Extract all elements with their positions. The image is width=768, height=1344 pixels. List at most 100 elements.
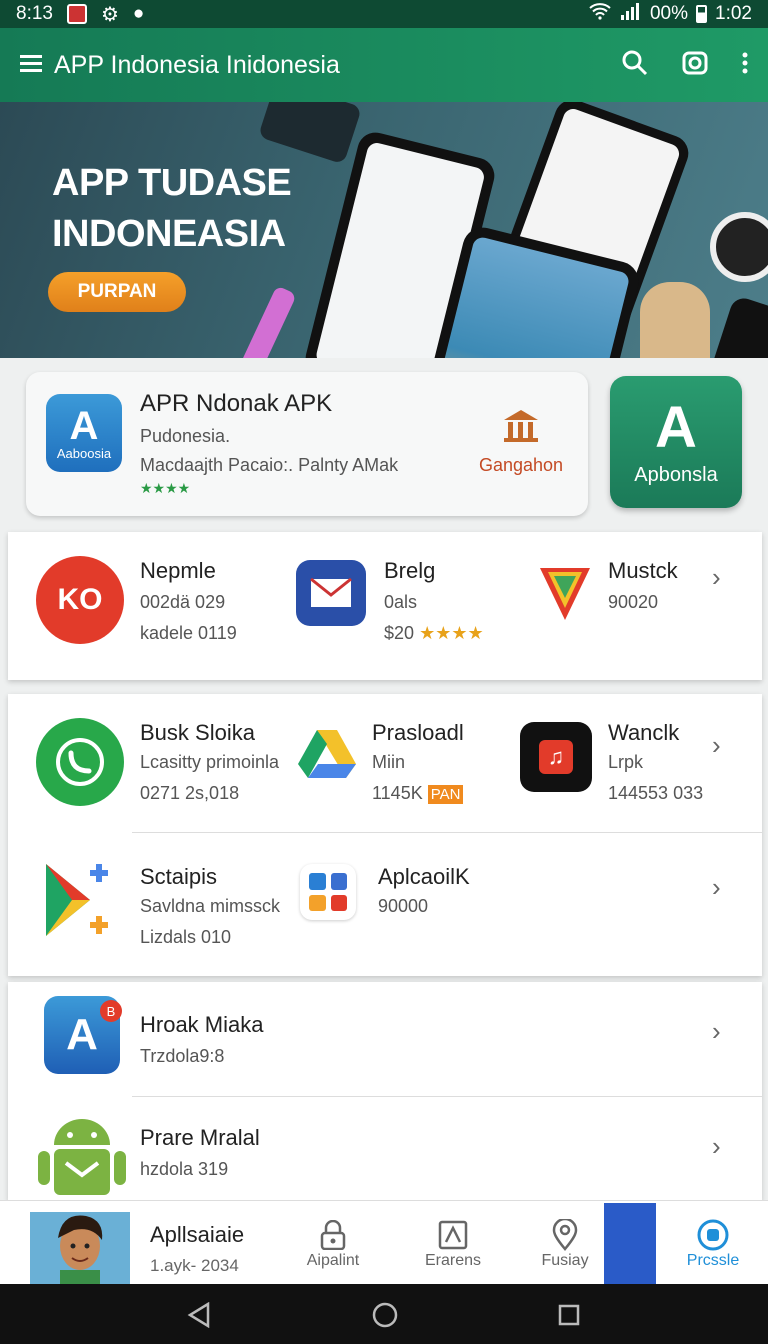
app-rating: ★★★★	[419, 623, 484, 643]
app-meta: Trzdola9:8	[140, 1046, 225, 1066]
profile-subtitle: 1.ayk- 2034	[150, 1256, 239, 1275]
system-nav-bar	[0, 1284, 768, 1344]
record-icon	[668, 1218, 758, 1252]
list-item[interactable]: Sctaipis Savldna mimssck Lizdals 010	[42, 858, 292, 958]
app-meta: Lrpk	[608, 752, 644, 772]
chevron-right-icon[interactable]: ›	[712, 1016, 721, 1047]
featured-side-label[interactable]: Gangahon	[466, 455, 576, 476]
nav-item-profile[interactable]: Prcssle	[668, 1218, 758, 1270]
app-name: AplcaoilK	[378, 864, 470, 889]
featured-app-icon: A Aaboosia	[46, 394, 122, 472]
more-vert-icon[interactable]	[742, 52, 748, 79]
app-badge: PAN	[427, 785, 464, 804]
apps-grid-icon	[300, 864, 356, 920]
app-title: APP Indonesia Inidonesia	[54, 50, 340, 79]
divider	[132, 832, 762, 833]
menu-icon[interactable]	[20, 53, 44, 78]
app-row-1: KO Nepmle 002dä 029 kadele 0119 Brelg 0a…	[8, 532, 762, 680]
chevron-right-icon[interactable]: ›	[712, 1131, 721, 1162]
battery-icon	[696, 5, 708, 23]
hero-cta-button[interactable]: PURPAN	[48, 272, 186, 312]
featured-app-description: Macdaajth Pacaio:. Palnty AMak	[140, 455, 399, 475]
hero-banner[interactable]: APP TUDASE INDONEASIA PURPAN	[0, 102, 768, 358]
list-item[interactable]: Busk Sloika Lcasitty primoinla 0271 2s,0…	[36, 716, 286, 816]
status-bar: 8:13 ⚙ ● 00% 1:02	[0, 0, 768, 28]
app-meta: 002dä 029	[140, 592, 226, 612]
hero-title-line1: APP TUDASE	[52, 162, 292, 204]
featured-app-subtitle: Pudonesia.	[140, 426, 231, 446]
location-pin-icon	[520, 1218, 610, 1252]
nav-item-location[interactable]: Fusiay	[520, 1218, 610, 1270]
list-item[interactable]: A B Hroak Miaka Trzdola9:8 ›	[8, 982, 762, 1096]
triangle-icon	[408, 1218, 498, 1252]
android-icon	[34, 1111, 130, 1206]
home-icon[interactable]	[372, 1302, 398, 1333]
recents-icon[interactable]	[558, 1304, 580, 1331]
app-meta: Savldna mimssck	[140, 896, 281, 916]
status-time: 8:13	[16, 3, 53, 24]
featured-app-name: APR Ndonak APK	[140, 390, 333, 417]
featured-app-icon-label: Aaboosia	[56, 445, 112, 461]
featured-app-tile[interactable]: A Apbonsla	[610, 376, 742, 508]
app-bar: APP Indonesia Inidonesia	[0, 28, 768, 102]
app-name: Brelg	[384, 558, 436, 583]
mail-app-icon	[296, 560, 366, 626]
app-meta: Lcasitty primoinla	[140, 752, 280, 772]
nav-item-games[interactable]: Erarens	[408, 1218, 498, 1270]
music-app-icon: ♫	[520, 722, 592, 792]
app-name: Sctaipis	[140, 864, 218, 889]
app-row-2: Busk Sloika Lcasitty primoinla 0271 2s,0…	[8, 694, 762, 976]
app-name: Prasloadl	[372, 720, 464, 745]
app-name: Nepmle	[140, 558, 216, 583]
list-item[interactable]: KO Nepmle 002dä 029 kadele 0119	[36, 556, 286, 656]
lock-icon	[288, 1218, 378, 1252]
avatar[interactable]	[30, 1212, 130, 1284]
chevron-right-icon[interactable]: ›	[712, 730, 721, 761]
list-item[interactable]: Prare Mralal hzdola 319 ›	[8, 1097, 762, 1200]
nav-item-apps[interactable]: Aipalint	[288, 1218, 378, 1270]
nav-label: Prcssle	[686, 1252, 740, 1269]
app-price: $20	[384, 623, 415, 643]
app-meta: 0271 2s,018	[140, 783, 240, 803]
app-name: Prare Mralal	[140, 1125, 260, 1150]
settings-icon: ⚙	[100, 3, 119, 26]
list-item[interactable]: AplcaoilK 90000	[300, 858, 520, 958]
camera-icon[interactable]	[682, 51, 708, 80]
list-item[interactable]: ♫ Wanclk Lrpk 144553 033	[520, 716, 730, 816]
app-name: Busk Sloika	[140, 720, 255, 745]
kco-app-icon: KO	[36, 556, 124, 644]
back-icon[interactable]	[186, 1301, 212, 1333]
chevron-right-icon[interactable]: ›	[712, 562, 721, 593]
app-meta: Miin	[372, 752, 406, 772]
featured-app-card[interactable]: A Aaboosia APR Ndonak APK Pudonesia. Mac…	[26, 372, 588, 516]
featured-tile-letter: A	[655, 394, 697, 460]
nav-accent-block	[604, 1203, 656, 1284]
app-meta: 1145K	[372, 783, 423, 803]
app-name: Hroak Miaka	[140, 1012, 264, 1037]
notification-badge: B	[100, 1000, 122, 1022]
app-meta: 0als	[384, 592, 418, 612]
app-meta: 144553 033	[608, 783, 704, 803]
list-item[interactable]: Prasloadl Miin 1145K PAN	[298, 716, 518, 816]
app-meta: Lizdals 010	[140, 927, 232, 947]
app-name: Wanclk	[608, 720, 680, 745]
app-meta: hzdola 319	[140, 1159, 229, 1179]
list-item[interactable]: Mustck 90020	[536, 556, 736, 656]
chevron-right-icon[interactable]: ›	[712, 872, 721, 903]
calendar-icon	[66, 4, 87, 24]
search-icon[interactable]	[622, 50, 648, 81]
app-meta: 90000	[378, 896, 429, 916]
library-icon	[500, 410, 542, 450]
nav-label: Fusiay	[541, 1252, 589, 1269]
shield-app-icon	[536, 560, 594, 629]
dot-icon: ●	[132, 3, 145, 24]
app-name: Mustck	[608, 558, 678, 583]
list-item[interactable]: Brelg 0als $20 ★★★★	[296, 556, 516, 656]
profile-name: Apllsaiaie	[150, 1222, 245, 1247]
hero-title-line2: INDONEASIA	[52, 213, 286, 255]
app-meta: kadele 0119	[140, 623, 237, 643]
app-list: A B Hroak Miaka Trzdola9:8 › Prare Mrala…	[8, 982, 762, 1200]
featured-tile-label: Apbonsla	[634, 463, 718, 486]
play-plus-icon	[42, 860, 114, 945]
nav-label: Aipalint	[306, 1252, 360, 1269]
